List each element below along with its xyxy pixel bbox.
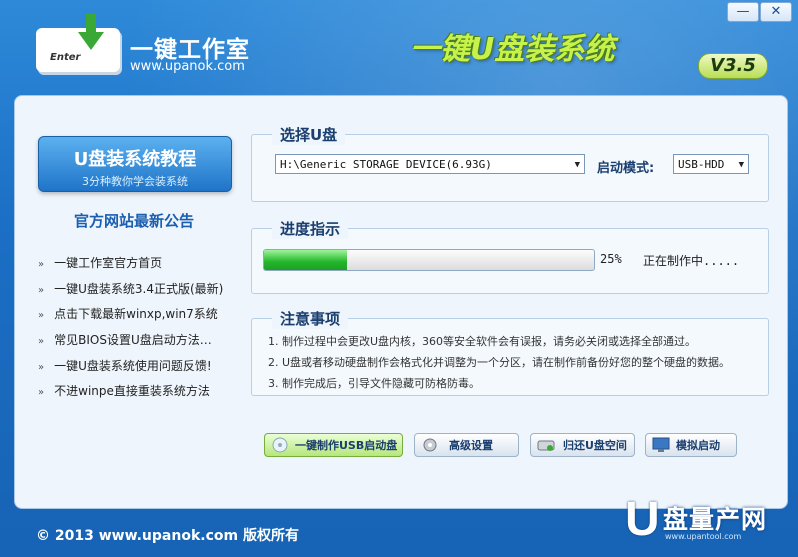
notice-list: » 一键工作室官方首页 » 一键U盘装系统3.4正式版(最新) » 点击下载最新win…: [38, 254, 223, 408]
disc-icon: [272, 437, 288, 453]
restore-space-button[interactable]: 归还U盘空间: [530, 433, 635, 457]
app-title: 一键U盘装系统: [410, 32, 615, 67]
watermark-letter: U: [625, 493, 660, 546]
note-item: 3. 制作完成后，引导文件隐藏可防格防毒。: [268, 377, 480, 390]
monitor-icon: [652, 437, 670, 452]
boot-mode-select[interactable]: USB-HDD ▼: [673, 154, 749, 174]
enter-key-label: Enter: [50, 52, 81, 63]
app-window: — ✕ Enter 一键工作室 www.upanok.com 一键U盘装系统 V…: [0, 0, 798, 557]
chevron-down-icon: ▼: [738, 160, 744, 170]
boot-mode-label: 启动模式:: [597, 161, 655, 176]
copyright: © 2013 www.upanok.com 版权所有: [36, 528, 299, 544]
tutorial-subtitle: 3分种教你学会装系统: [82, 175, 188, 188]
make-usb-button[interactable]: 一键制作USB启动盘: [264, 433, 403, 457]
progress-status: 正在制作中.....: [643, 254, 740, 268]
device-select[interactable]: H:\Generic STORAGE DEVICE(6.93G) ▼: [275, 154, 585, 174]
tutorial-button[interactable]: U盘装系统教程 3分种教你学会装系统: [38, 136, 232, 192]
progress-fill: [264, 250, 347, 270]
note-item: 2. U盘或者移动硬盘制作会格式化并调整为一个分区，请在制作前备份好您的整个硬盘…: [268, 356, 731, 369]
notice-link[interactable]: » 一键工作室官方首页: [38, 254, 223, 280]
progress-percent: 25%: [600, 252, 622, 266]
select-disk-title: 选择U盘: [272, 124, 346, 145]
drive-icon: [537, 440, 555, 451]
progress-bar: [263, 249, 595, 271]
notice-link[interactable]: » 常见BIOS设置U盘启动方法…: [38, 331, 223, 357]
watermark-logo: U 盘量产网 www.upantool.com: [625, 494, 793, 552]
watermark-url: www.upantool.com: [665, 532, 742, 541]
tutorial-title: U盘装系统教程: [73, 149, 197, 170]
notice-link[interactable]: » 一键U盘装系统使用问题反馈!: [38, 357, 223, 383]
gear-icon: [423, 438, 437, 452]
notes-title: 注意事项: [272, 308, 349, 329]
download-arrow-icon: [78, 14, 104, 50]
note-item: 1. 制作过程中会更改U盘内核，360等安全软件会有误报，请务必关闭或选择全部通…: [268, 335, 697, 348]
chevron-down-icon: ▼: [574, 160, 580, 170]
simulate-boot-button[interactable]: 模拟启动: [645, 433, 737, 457]
notice-link[interactable]: » 不进winpe直接重装系统方法: [38, 382, 223, 408]
notice-title: 官方网站最新公告: [73, 212, 194, 230]
advanced-settings-button[interactable]: 高级设置: [414, 433, 519, 457]
version-badge: V3.5: [698, 53, 768, 79]
minimize-button[interactable]: —: [727, 2, 759, 22]
watermark-text: 盘量产网: [663, 505, 768, 534]
close-button[interactable]: ✕: [760, 2, 792, 22]
notice-link[interactable]: » 点击下载最新winxp,win7系统: [38, 305, 223, 331]
brand-url: www.upanok.com: [130, 59, 245, 74]
notice-link[interactable]: » 一键U盘装系统3.4正式版(最新): [38, 280, 223, 306]
progress-title: 进度指示: [272, 218, 349, 239]
